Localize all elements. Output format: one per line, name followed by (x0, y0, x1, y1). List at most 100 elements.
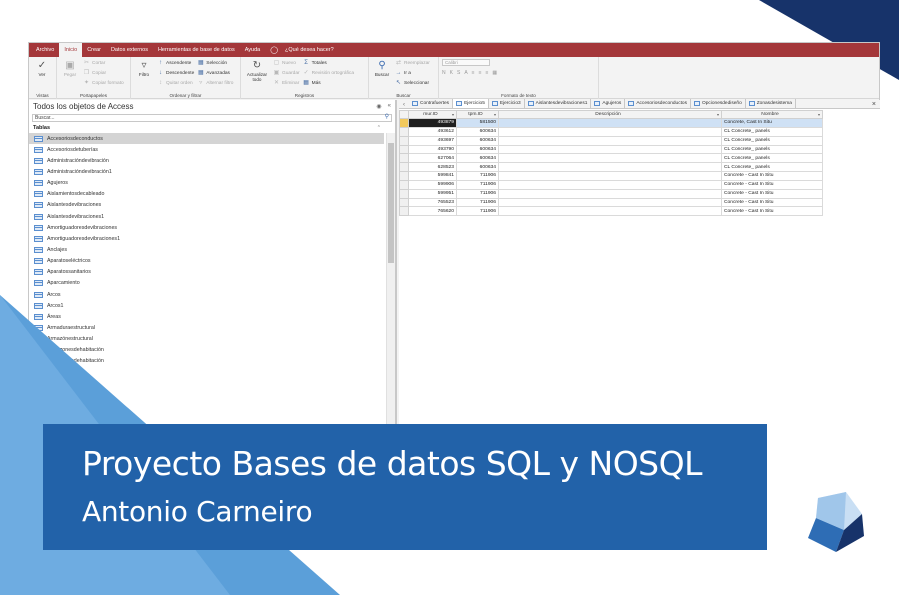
table-cell[interactable]: 600634 (456, 144, 499, 155)
select-all-cell[interactable] (399, 110, 409, 119)
doc-tab[interactable]: Aislantesdevibraciones1 (525, 99, 592, 108)
row-selector[interactable] (399, 118, 409, 128)
table-cell[interactable]: 600634 (456, 126, 499, 137)
table-cell[interactable] (498, 162, 722, 173)
format-painter-button[interactable]: ✦ Copiar formato (83, 79, 124, 88)
table-cell[interactable] (498, 179, 722, 190)
nav-table-item[interactable]: Amortiguadoresdevibraciones (29, 222, 395, 233)
nav-table-item[interactable]: Accesoriosdeconductos (29, 133, 384, 145)
more-button[interactable]: ▦ Más (303, 79, 354, 88)
row-selector[interactable] (399, 171, 409, 181)
tab-herramientas[interactable]: Herramientas de base de datos (153, 43, 240, 57)
row-selector[interactable] (399, 197, 409, 208)
dropdown-icon[interactable]: ▾ (494, 112, 496, 117)
table-cell[interactable]: CL Concrete_ panels (721, 135, 823, 146)
nav-table-item[interactable]: Aparatoseléctricos (29, 256, 395, 267)
table-cell[interactable]: 493879 (408, 118, 457, 128)
table-cell[interactable]: 711906 (456, 179, 499, 190)
row-selector[interactable] (399, 153, 409, 164)
doc-tab[interactable]: Accesoriosdeconductos (625, 99, 691, 108)
table-row[interactable]: 493612 600634 CL Concrete_ panels (399, 126, 823, 137)
table-cell[interactable]: 627064 (408, 153, 457, 164)
table-cell[interactable]: 599841 (408, 171, 457, 181)
collapse-icon[interactable]: « (388, 103, 391, 110)
align-right-icon[interactable]: ≡ (486, 70, 489, 76)
toggle-filter-button[interactable]: ▿ Alternar filtro (197, 79, 233, 88)
table-cell[interactable]: CL Concrete_ panels (721, 126, 823, 137)
table-cell[interactable]: Concrete, Cast In Situ (721, 118, 823, 128)
tab-inicio[interactable]: Inicio (59, 43, 83, 57)
row-selector[interactable] (399, 179, 409, 190)
nav-menu-icon[interactable]: ◉ (376, 103, 381, 110)
select-button[interactable]: ↖ Seleccionar (395, 79, 430, 88)
table-row[interactable]: 765620 711906 Concrete - Cast In Situ (399, 206, 823, 217)
table-cell[interactable] (498, 126, 722, 137)
cut-button[interactable]: ✂ Cortar (83, 59, 124, 68)
doc-tab[interactable]: Zonasdesistema (746, 99, 796, 108)
tell-me-input[interactable]: ¿Qué desea hacer? (280, 43, 339, 57)
font-color-icon[interactable]: A (464, 70, 467, 76)
table-row[interactable]: 628523 600634 CL Concrete_ panels (399, 162, 823, 173)
row-selector[interactable] (399, 135, 409, 146)
nav-search-input[interactable]: Buscar... ⚲ (32, 114, 392, 122)
align-center-icon[interactable]: ≡ (479, 70, 482, 76)
column-header[interactable]: Nombre ▾ (721, 110, 823, 119)
nav-table-item[interactable]: Administracióndevibración1 (29, 166, 395, 177)
nav-table-item[interactable]: Aparatossanitarios (29, 267, 395, 278)
table-cell[interactable]: Concrete - Cast In Situ (721, 197, 823, 208)
table-cell[interactable] (498, 118, 722, 128)
dropdown-icon[interactable]: ▾ (717, 112, 719, 117)
doc-tab[interactable]: Ejercicio5 (453, 99, 489, 108)
nav-section-header[interactable]: Tablas ⌃ (29, 123, 395, 133)
table-cell[interactable]: CL Concrete_ panels (721, 144, 823, 155)
underline-button[interactable]: S (457, 70, 460, 76)
table-cell[interactable]: 581500 (456, 118, 499, 128)
sort-ascending-button[interactable]: ↑ Ascendente (157, 59, 194, 68)
table-cell[interactable]: CL Concrete_ panels (721, 153, 823, 164)
table-cell[interactable]: 765620 (408, 206, 457, 217)
table-cell[interactable]: 600634 (456, 135, 499, 146)
nav-scrollbar[interactable] (386, 133, 395, 472)
doc-tab[interactable]: Opcionesdediseño (691, 99, 746, 108)
table-row[interactable]: 493697 600634 CL Concrete_ panels (399, 135, 823, 146)
table-cell[interactable]: 628523 (408, 162, 457, 173)
new-record-button[interactable]: ▢ Nuevo (273, 59, 300, 68)
nav-table-item[interactable]: Aislamientosdecableado (29, 189, 395, 200)
table-cell[interactable]: 493612 (408, 126, 457, 137)
dropdown-icon[interactable]: ▾ (818, 112, 820, 117)
dropdown-icon[interactable]: ▾ (452, 112, 454, 117)
goto-button[interactable]: → Ir a (395, 69, 430, 78)
remove-sort-button[interactable]: ↕ Quitar orden (157, 79, 194, 88)
table-cell[interactable]: 765523 (408, 197, 457, 208)
table-cell[interactable]: Concrete - Cast In Situ (721, 171, 823, 181)
table-cell[interactable] (498, 144, 722, 155)
table-cell[interactable] (498, 188, 722, 199)
tab-ayuda[interactable]: Ayuda (240, 43, 266, 57)
delete-button[interactable]: ✕ Eliminar (273, 79, 300, 88)
tab-crear[interactable]: Crear (82, 43, 106, 57)
table-row[interactable]: 599906 711906 Concrete - Cast In Situ (399, 179, 823, 190)
replace-button[interactable]: ⇄ Reemplazar (395, 59, 430, 68)
nav-table-item[interactable]: Agujeros (29, 178, 395, 189)
row-selector[interactable] (399, 144, 409, 155)
table-cell[interactable]: 711906 (456, 188, 499, 199)
table-cell[interactable]: Concrete - Cast In Situ (721, 206, 823, 217)
table-row[interactable]: 765523 711906 Concrete - Cast In Situ (399, 197, 823, 208)
nav-table-item[interactable]: Aparcamiento (29, 278, 395, 289)
table-cell[interactable] (498, 206, 722, 217)
table-row[interactable]: 627064 600634 CL Concrete_ panels (399, 153, 823, 164)
close-icon[interactable]: × (872, 100, 876, 109)
nav-table-item[interactable]: Administracióndevibración (29, 155, 395, 166)
table-row[interactable]: 493790 600634 CL Concrete_ panels (399, 144, 823, 155)
nav-table-item[interactable]: Anclajes (29, 244, 395, 255)
table-cell[interactable] (498, 135, 722, 146)
totals-button[interactable]: Σ Totales (303, 59, 354, 68)
tabs-scroll-left-icon[interactable]: ‹ (399, 102, 409, 108)
doc-tab[interactable]: Contrafuertes (409, 99, 454, 108)
table-cell[interactable]: 600634 (456, 162, 499, 173)
copy-button[interactable]: ❐ Copiar (83, 69, 124, 78)
nav-table-item[interactable]: Accesoriosdetuberías (29, 144, 395, 155)
row-selector[interactable] (399, 126, 409, 137)
chevron-up-icon[interactable]: ⌃ (377, 123, 381, 133)
row-selector[interactable] (399, 188, 409, 199)
